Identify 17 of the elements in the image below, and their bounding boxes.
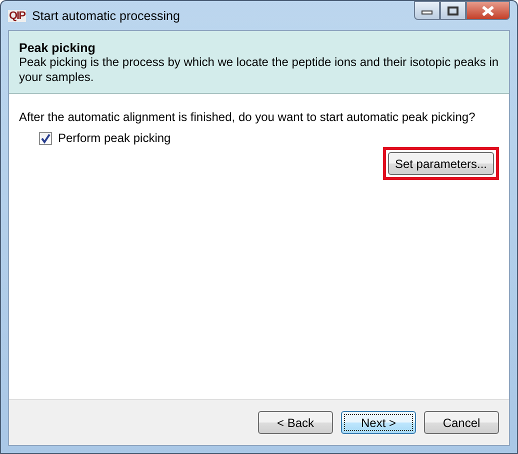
page-title: Peak picking (19, 41, 96, 55)
maximize-button[interactable] (440, 1, 466, 20)
checkbox[interactable] (39, 132, 52, 144)
dialog-button[interactable]: Next > (341, 411, 416, 434)
checkbox-label: Perform peak picking (58, 131, 171, 145)
set-parameters-button[interactable]: Set parameters... (388, 152, 494, 175)
minimize-button[interactable] (414, 1, 440, 20)
close-button[interactable] (466, 1, 510, 20)
close-icon (481, 6, 495, 16)
window-title: Start automatic processing (32, 8, 181, 22)
checkmark-icon (40, 132, 51, 144)
question-text: After the automatic alignment is finished, do you want to start automatic peak picking? (19, 110, 476, 125)
app-logo: QIP (8, 10, 26, 22)
page-description: Peak picking is the process by which we locate the peptide ions and their isotopic peaks in your samples. (19, 55, 499, 85)
maximize-icon (447, 6, 459, 16)
dialog-button[interactable]: Cancel (424, 411, 499, 434)
dialog-button[interactable]: < Back (258, 411, 333, 434)
